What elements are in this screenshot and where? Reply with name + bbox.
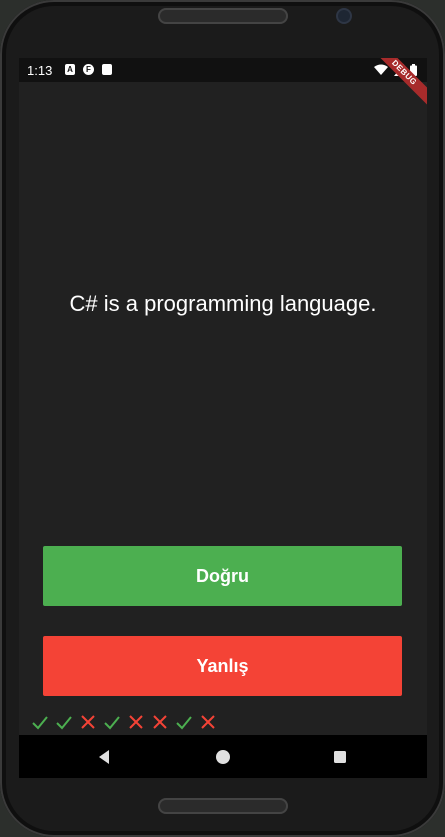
f-icon: F — [83, 64, 94, 75]
notification-icons: A F — [65, 64, 112, 75]
close-icon — [129, 715, 143, 729]
top-speaker — [158, 8, 288, 24]
true-answer-button[interactable]: Doğru — [43, 546, 402, 606]
front-camera — [338, 10, 350, 22]
wifi-icon — [374, 64, 388, 75]
app-screen: 1:13 A F DEBUG C# is a programming langu… — [19, 58, 427, 778]
score-keeper — [31, 713, 217, 731]
close-icon — [201, 715, 215, 729]
check-icon — [32, 716, 48, 730]
question-text: C# is a programming language. — [69, 291, 377, 316]
false-answer-button[interactable]: Yanlış — [43, 636, 402, 696]
check-icon — [176, 716, 192, 730]
sd-card-icon — [102, 64, 112, 75]
status-time: 1:13 — [27, 63, 53, 78]
navigation-bar — [19, 735, 427, 778]
check-icon — [104, 716, 120, 730]
bottom-speaker — [158, 798, 288, 814]
home-icon[interactable] — [213, 747, 233, 767]
a-icon: A — [65, 64, 75, 75]
status-bar: 1:13 A F DEBUG — [19, 58, 427, 110]
phone-device-frame: 1:13 A F DEBUG C# is a programming langu… — [0, 0, 445, 837]
close-icon — [81, 715, 95, 729]
check-icon — [56, 716, 72, 730]
close-icon — [153, 715, 167, 729]
back-icon[interactable] — [95, 747, 115, 767]
recent-apps-icon[interactable] — [330, 747, 350, 767]
